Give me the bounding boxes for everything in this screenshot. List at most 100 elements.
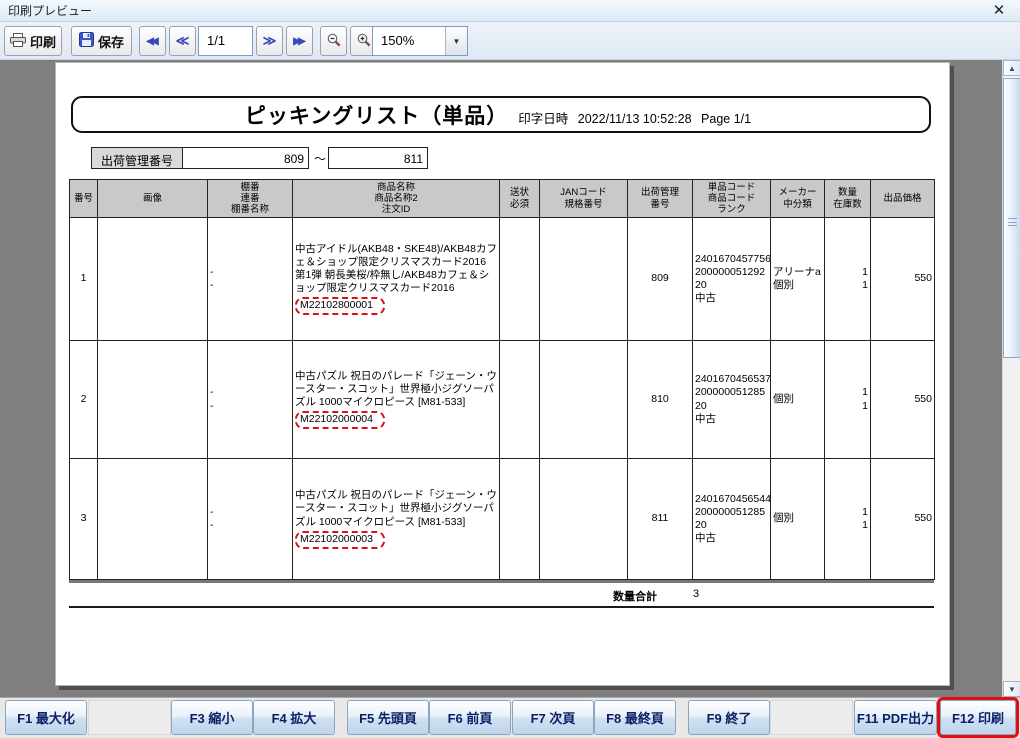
cell-product: 中古アイドル(AKB48・SKE48)/AKB48カフェ＆ショップ限定クリスマス… [292,217,500,341]
first-page-icon: ◀◀ [146,35,158,47]
chevron-down-icon: ▼ [452,36,461,46]
cell-invoice [499,458,540,580]
ship-range-to: 811 [328,147,428,169]
print-preview-window: 印刷プレビュー ✕ 印刷 保存 ◀◀ ≪ 1/1 ≫ ▶▶ 150% ▼ ピッキ… [0,0,1020,738]
header-ship-no: 出荷管理 番号 [627,179,693,218]
divider-line-thin [69,606,934,608]
save-button-label: 保存 [97,34,124,50]
scrollbar-grip-icon [1008,218,1017,226]
header-codes: 単品コード 商品コード ランク [692,179,771,218]
cell-image [97,458,208,580]
cell-maker: 個別 [770,340,825,459]
scrollbar-thumb[interactable] [1003,78,1020,358]
cell-price: 550 [870,340,935,459]
floppy-icon [78,32,94,50]
product-name: 中古アイドル(AKB48・SKE48)/AKB48カフェ＆ショップ限定クリスマス… [295,242,497,295]
scrollbar-up-button[interactable]: ▲ [1003,60,1020,76]
print-button[interactable]: 印刷 [4,26,62,56]
cell-jan [539,217,628,341]
product-name: 中古パズル 祝日のパレード「ジェーン・ウースター・スコット」世界極小ジグソーパズ… [295,369,497,408]
f11-pdf-export-button[interactable]: F11 PDF出力 [854,700,937,735]
order-id-box: M22102000003 [295,530,385,549]
ship-range-label: 出荷管理番号 [91,147,183,169]
document-title: ピッキングリスト（単品） [244,104,509,128]
cell-shelf: - - [207,458,293,580]
printed-at-label: 印字日時 [518,112,569,126]
zoom-level-combobox[interactable]: 150% ▼ [372,26,468,56]
header-jan: JANコード 規格番号 [539,179,628,218]
table-row: 1 - - 中古アイドル(AKB48・SKE48)/AKB48カフェ＆ショップ限… [69,217,935,341]
zoom-out-button[interactable] [320,26,347,56]
cell-price: 550 [870,458,935,580]
titlebar: 印刷プレビュー ✕ [0,0,1020,22]
document-page: ピッキングリスト（単品） 印字日時 2022/11/13 10:52:28 Pa… [55,62,950,686]
f9-exit-button[interactable]: F9 終了 [688,700,770,735]
arrow-up-icon: ▲ [1008,63,1016,73]
next-page-icon: ≫ [262,33,277,48]
zoom-in-icon [356,32,372,51]
preview-area: ピッキングリスト（単品） 印字日時 2022/11/13 10:52:28 Pa… [0,60,1020,697]
f10-empty-slot [770,700,853,735]
prev-page-icon: ≪ [175,33,190,48]
cell-no: 1 [69,217,98,341]
toolbar: 印刷 保存 ◀◀ ≪ 1/1 ≫ ▶▶ 150% ▼ [0,22,1020,60]
first-page-button[interactable]: ◀◀ [139,26,166,56]
table-header-row: 番号 画像 棚番 連番 棚番名称 商品名称 商品名称2 注文ID 送状 必須 J… [69,179,935,218]
save-button[interactable]: 保存 [71,26,132,56]
header-no: 番号 [69,179,98,218]
zoom-dropdown-button[interactable]: ▼ [445,27,467,55]
cell-qty: 1 1 [824,458,871,580]
last-page-icon: ▶▶ [293,35,305,47]
cell-ship-no: 810 [627,340,693,459]
header-image: 画像 [97,179,208,218]
cell-product: 中古パズル 祝日のパレード「ジェーン・ウースター・スコット」世界極小ジグソーパズ… [292,340,500,459]
f5-first-page-button[interactable]: F5 先頭頁 [347,700,429,735]
f3-zoom-out-button[interactable]: F3 縮小 [171,700,253,735]
close-icon[interactable]: ✕ [986,1,1012,21]
total-label: 数量合計 [613,591,657,603]
cell-no: 2 [69,340,98,459]
page-number-field[interactable]: 1/1 [198,26,253,56]
ship-range-row: 出荷管理番号 809 ～ 811 [56,147,949,171]
next-page-button[interactable]: ≫ [256,26,283,56]
last-page-button[interactable]: ▶▶ [286,26,313,56]
cell-codes: 2401670457756 200000051292 20 中古 [692,217,771,341]
f6-prev-page-button[interactable]: F6 前頁 [429,700,511,735]
function-key-bar: F1 最大化 F3 縮小 F4 拡大 F5 先頭頁 F6 前頁 F7 次頁 F8… [0,697,1020,738]
prev-page-button[interactable]: ≪ [169,26,196,56]
cell-image [97,217,208,341]
arrow-down-icon: ▼ [1008,684,1016,694]
header-shelf: 棚番 連番 棚番名称 [207,179,293,218]
cell-ship-no: 809 [627,217,693,341]
cell-shelf: - - [207,217,293,341]
scrollbar-down-button[interactable]: ▼ [1003,681,1020,697]
cell-qty: 1 1 [824,340,871,459]
printer-icon [9,32,26,50]
page-indicator: Page 1/1 [701,112,752,126]
cell-invoice [499,340,540,459]
f8-last-page-button[interactable]: F8 最終頁 [594,700,676,735]
cell-jan [539,458,628,580]
cell-maker: 個別 [770,458,825,580]
header-price: 出品価格 [870,179,935,218]
printed-at-value: 2022/11/13 10:52:28 [577,112,692,126]
cell-maker: アリーナa 個別 [770,217,825,341]
cell-product: 中古パズル 祝日のパレード「ジェーン・ウースター・スコット」世界極小ジグソーパズ… [292,458,500,580]
cell-jan [539,340,628,459]
cell-image [97,340,208,459]
document-meta: 印字日時 2022/11/13 10:52:28 Page 1/1 [518,102,757,127]
f12-print-button[interactable]: F12 印刷 [940,700,1016,735]
order-id-box: M22102800001 [295,297,385,316]
f4-zoom-in-button[interactable]: F4 拡大 [253,700,335,735]
cell-price: 550 [870,217,935,341]
vertical-scrollbar[interactable]: ▲ ▼ [1002,60,1020,697]
document-title-box: ピッキングリスト（単品） 印字日時 2022/11/13 10:52:28 Pa… [71,96,931,133]
total-row: 数量合計 3 [56,588,949,603]
f1-maximize-button[interactable]: F1 最大化 [5,700,87,735]
cell-ship-no: 811 [627,458,693,580]
window-title: 印刷プレビュー [8,4,93,18]
cell-qty: 1 1 [824,217,871,341]
print-button-label: 印刷 [29,34,56,50]
f7-next-page-button[interactable]: F7 次頁 [512,700,594,735]
zoom-level-value[interactable]: 150% [373,27,445,55]
